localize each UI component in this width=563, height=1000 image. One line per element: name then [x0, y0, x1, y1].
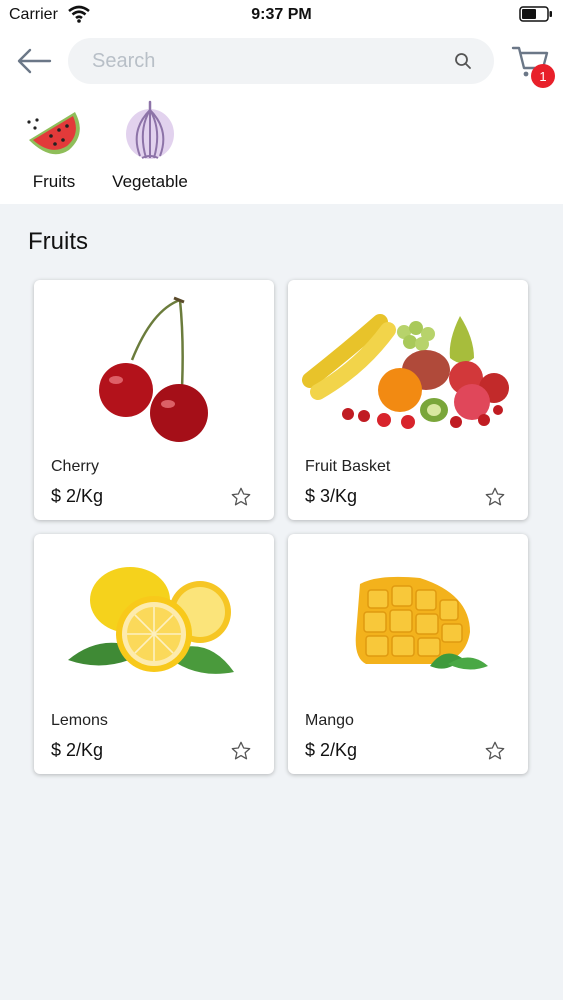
- onion-icon: [126, 100, 174, 159]
- product-card[interactable]: Mango $ 2/Kg: [288, 534, 528, 774]
- product-price: $ 3/Kg: [305, 486, 358, 506]
- product-name: Fruit Basket: [305, 458, 391, 475]
- battery-icon: [519, 6, 552, 22]
- mango-image: [355, 576, 488, 670]
- search-bar[interactable]: [68, 38, 494, 84]
- favorite-star-icon[interactable]: [484, 486, 506, 508]
- section-title: Fruits: [28, 228, 88, 255]
- lemons-image: [68, 567, 234, 674]
- category-label: Fruits: [32, 172, 76, 191]
- favorite-star-icon[interactable]: [230, 740, 252, 762]
- search-input[interactable]: [90, 48, 454, 74]
- cherry-image: [99, 296, 208, 442]
- product-card[interactable]: Cherry $ 2/Kg: [34, 280, 274, 520]
- clock: 9:37 PM: [251, 6, 312, 23]
- cart-badge: 1: [531, 64, 555, 88]
- fruit-basket-image: [302, 314, 509, 429]
- category-fruits[interactable]: Fruits: [23, 100, 85, 192]
- product-card[interactable]: Fruit Basket $ 3/Kg: [288, 280, 528, 520]
- favorite-star-icon[interactable]: [484, 740, 506, 762]
- category-vegetable[interactable]: Vegetable: [108, 100, 192, 192]
- search-row: 1: [0, 30, 563, 94]
- search-icon[interactable]: [454, 52, 472, 70]
- product-price: $ 2/Kg: [51, 486, 104, 506]
- product-price: $ 2/Kg: [51, 740, 104, 760]
- product-price: $ 2/Kg: [305, 740, 358, 760]
- product-name: Cherry: [51, 458, 100, 475]
- product-name: Mango: [305, 712, 354, 729]
- product-card[interactable]: Lemons $ 2/Kg: [34, 534, 274, 774]
- favorite-star-icon[interactable]: [230, 486, 252, 508]
- top-bar: Carrier 9:37 PM 1: [0, 0, 563, 204]
- category-list: Fruits Vegetable: [0, 100, 563, 200]
- back-arrow-icon[interactable]: [14, 44, 54, 78]
- category-label: Vegetable: [112, 172, 188, 191]
- watermelon-icon: [27, 112, 80, 155]
- status-bar: Carrier 9:37 PM: [0, 0, 563, 30]
- product-name: Lemons: [51, 712, 108, 729]
